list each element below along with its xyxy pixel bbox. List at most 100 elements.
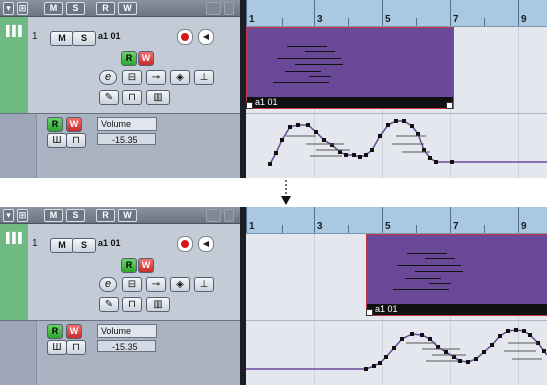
ruler-bar-9: 9	[521, 221, 527, 232]
fade-in-handle[interactable]	[366, 309, 373, 316]
global-solo-button[interactable]: S	[66, 209, 85, 222]
automation-write-button[interactable]: W	[66, 117, 82, 132]
automation-track[interactable]: R W Ш ⊓ Volume -15.35	[0, 114, 240, 178]
automation-value[interactable]: -15.35	[97, 133, 156, 145]
waveform-shadow	[286, 135, 430, 157]
ruler-bar-1: 1	[249, 221, 255, 232]
lanes-display-icon[interactable]: ▥	[146, 90, 170, 105]
track-color-strip: ▌▌▌	[0, 224, 28, 320]
ruler-tick	[348, 225, 349, 233]
automation-curve[interactable]	[246, 321, 547, 385]
ruler[interactable]: 1 3 5 7 9	[246, 207, 547, 234]
record-enable-button[interactable]	[177, 236, 193, 252]
lane-icon[interactable]: ⊓	[66, 340, 86, 355]
edit-channel-button[interactable]: e	[99, 70, 117, 85]
edit-channel-button[interactable]: e	[99, 277, 117, 292]
automation-write-button[interactable]: W	[66, 324, 82, 339]
global-solo-button[interactable]: S	[66, 2, 85, 15]
lane-icon[interactable]: ⊓	[122, 90, 142, 105]
pencil-icon[interactable]: ✎	[99, 90, 119, 105]
solo-button[interactable]: S	[72, 31, 96, 46]
automation-value[interactable]: -15.35	[97, 340, 156, 352]
audio-event[interactable]: a1 01	[246, 27, 454, 109]
lanes-display-icon[interactable]: ▥	[146, 297, 170, 312]
ruler-tick	[450, 207, 451, 233]
ruler-bar-5: 5	[385, 14, 391, 25]
ruler-tick	[382, 207, 383, 233]
ruler-tick	[484, 225, 485, 233]
automation-parameter[interactable]: Volume	[97, 117, 157, 131]
automation-line	[269, 120, 547, 165]
track-list-menu-icon[interactable]	[224, 209, 234, 222]
global-read-button[interactable]: R	[96, 209, 115, 222]
ruler-tick	[484, 18, 485, 26]
event-name: a1 01	[247, 97, 453, 108]
audio-track[interactable]: ▌▌▌ 1 M S a1 01 ◀ R W e ⊟ ⊸ ◈ ⊥ ✎ ⊓ ▥	[0, 17, 240, 114]
expand-icon[interactable]: ▾	[3, 2, 14, 15]
audio-track[interactable]: ▌▌▌ 1 M S a1 01 ◀ R W e ⊟ ⊸ ◈ ⊥ ✎ ⊓ ▥	[0, 224, 240, 321]
ruler[interactable]: 1 3 5 7 9	[246, 0, 547, 27]
global-write-button[interactable]: W	[118, 209, 137, 222]
mute-button[interactable]: M	[50, 238, 74, 253]
global-mute-button[interactable]: M	[44, 2, 63, 15]
ruler-tick	[450, 0, 451, 26]
inserts-icon[interactable]: ⊟	[122, 70, 142, 85]
ruler-bar-9: 9	[521, 14, 527, 25]
track-list-menu-icon[interactable]	[224, 2, 234, 15]
waveform-line	[273, 82, 329, 83]
volume-handle[interactable]	[446, 102, 453, 109]
global-read-button[interactable]: R	[96, 2, 115, 15]
ruler-bar-7: 7	[453, 14, 459, 25]
global-mute-button[interactable]: M	[44, 209, 63, 222]
ruler-bar-5: 5	[385, 221, 391, 232]
track-name[interactable]: a1 01	[98, 238, 121, 248]
write-automation-button[interactable]: W	[138, 258, 154, 273]
sends-icon[interactable]: ◈	[170, 277, 190, 292]
routing-icon[interactable]: ⊥	[194, 277, 214, 292]
ruler-bar-1: 1	[249, 14, 255, 25]
solo-button[interactable]: S	[72, 238, 96, 253]
bars-icon[interactable]: Ш	[47, 133, 67, 148]
lane-icon[interactable]: ⊓	[66, 133, 86, 148]
expand-icon[interactable]: ▾	[3, 209, 14, 222]
level-meter-icon: ▌▌▌	[6, 26, 25, 37]
grid-icon[interactable]	[206, 2, 221, 15]
automation-curve[interactable]	[246, 114, 547, 178]
read-automation-button[interactable]: R	[121, 51, 137, 66]
add-track-icon[interactable]: ⊞	[17, 2, 28, 15]
sends-icon[interactable]: ◈	[170, 70, 190, 85]
monitor-button[interactable]: ◀	[198, 29, 214, 45]
event-display[interactable]: 1 3 5 7 9 a1 01	[246, 0, 547, 178]
pencil-icon[interactable]: ✎	[99, 297, 119, 312]
ruler-tick	[518, 0, 519, 26]
waveform-line	[277, 58, 341, 59]
eq-icon[interactable]: ⊸	[146, 70, 166, 85]
bars-icon[interactable]: Ш	[47, 340, 67, 355]
automation-parameter[interactable]: Volume	[97, 324, 157, 338]
monitor-button[interactable]: ◀	[198, 236, 214, 252]
track-name[interactable]: a1 01	[98, 31, 121, 41]
grid-icon[interactable]	[206, 209, 221, 222]
mute-button[interactable]: M	[50, 31, 74, 46]
automation-read-button[interactable]: R	[47, 117, 63, 132]
lane-icon[interactable]: ⊓	[122, 297, 142, 312]
write-automation-button[interactable]: W	[138, 51, 154, 66]
inserts-icon[interactable]: ⊟	[122, 277, 142, 292]
project-window-after: ▾ ⊞ M S R W ▌▌▌ 1 M S a1 01 ◀ R W e ⊟ ⊸ …	[0, 207, 547, 385]
ruler-tick	[348, 18, 349, 26]
read-automation-button[interactable]: R	[121, 258, 137, 273]
fade-in-handle[interactable]	[246, 102, 253, 109]
record-enable-button[interactable]	[177, 29, 193, 45]
add-track-icon[interactable]: ⊞	[17, 209, 28, 222]
automation-track[interactable]: R W Ш ⊓ Volume -15.35	[0, 321, 240, 385]
event-display[interactable]: 1 3 5 7 9 a1 01	[246, 207, 547, 385]
global-write-button[interactable]: W	[118, 2, 137, 15]
routing-icon[interactable]: ⊥	[194, 70, 214, 85]
eq-icon[interactable]: ⊸	[146, 277, 166, 292]
waveform-line	[393, 289, 449, 290]
ruler-tick	[246, 0, 247, 26]
audio-event[interactable]: a1 01	[366, 234, 547, 316]
ruler-tick	[282, 225, 283, 233]
ruler-tick	[314, 0, 315, 26]
automation-read-button[interactable]: R	[47, 324, 63, 339]
